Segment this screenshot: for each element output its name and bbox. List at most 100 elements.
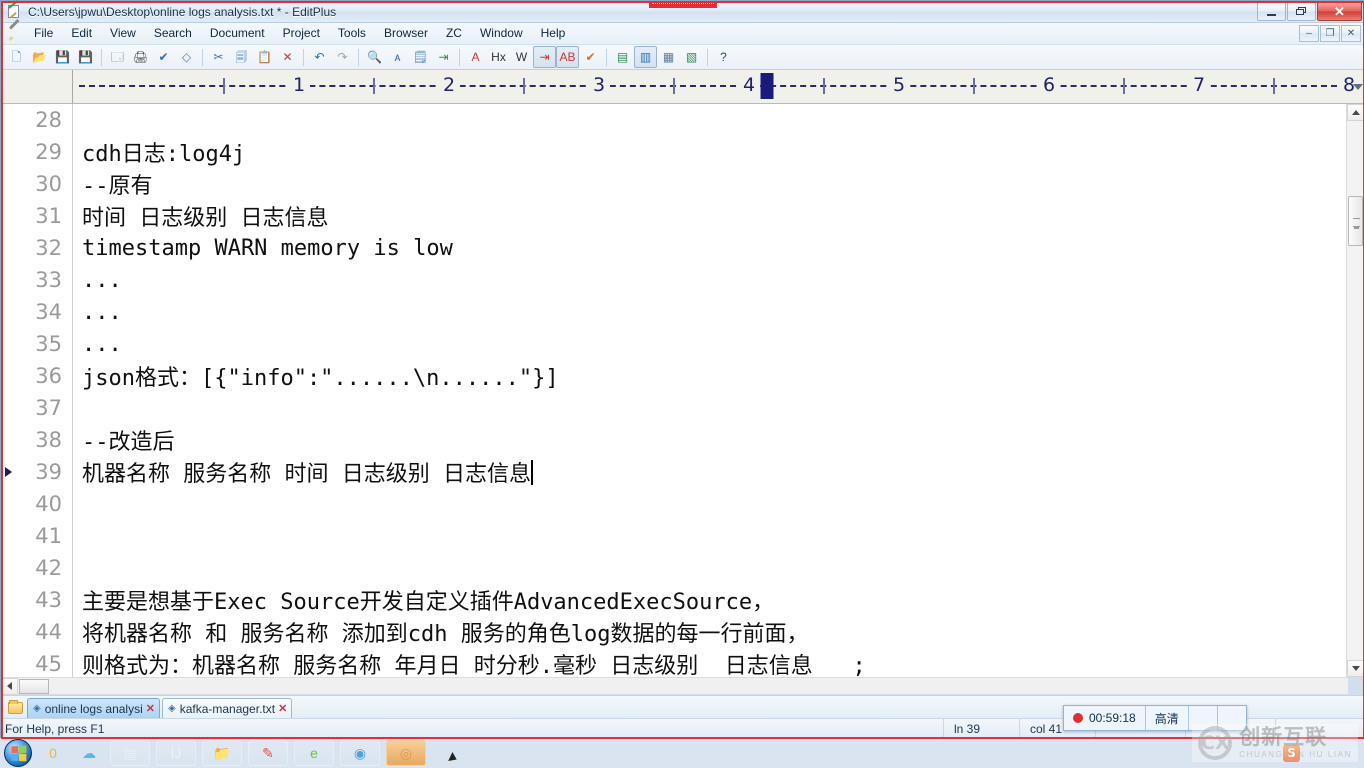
menu-item-search[interactable]: Search	[145, 23, 201, 44]
vertical-scrollbar[interactable]	[1346, 104, 1364, 677]
menu-item-zc[interactable]: ZC	[437, 23, 471, 44]
font-icon[interactable]: A	[464, 46, 487, 68]
code-line[interactable]: ...	[74, 328, 1364, 360]
menu-item-view[interactable]: View	[101, 23, 145, 44]
recorder-extra-button-2[interactable]	[1218, 706, 1246, 730]
open-file-icon[interactable]: 📂	[28, 46, 51, 68]
menu-bar[interactable]: File Edit View Search Document Project T…	[1, 18, 1364, 45]
menu-item-window[interactable]: Window	[471, 23, 532, 44]
output-window-icon[interactable]: ▧	[680, 46, 703, 68]
code-line[interactable]: 主要是想基于Exec Source开发自定义插件AdvancedExecSour…	[74, 584, 1364, 616]
windows-taskbar[interactable]: 0 ☁ ▤ IJ 📁 ✎ e ◉ ◎ S ▲ ⚑ ◫	[0, 738, 1364, 768]
find-in-files-icon[interactable]: 🗒	[409, 46, 432, 68]
taskbar-item-remote-desktop[interactable]: ▤	[110, 740, 150, 766]
code-line[interactable]: json格式：[{"info":"......\n......"}]	[74, 360, 1364, 392]
close-button[interactable]: ✕	[1317, 2, 1362, 21]
code-line[interactable]	[74, 552, 1364, 584]
taskbar-item-browser[interactable]: e	[294, 740, 334, 766]
context-help-icon[interactable]: ?	[712, 46, 735, 68]
copy-icon[interactable]: 🗐	[230, 46, 253, 68]
print-icon[interactable]: 🖨	[129, 46, 152, 68]
folder-icon[interactable]	[7, 698, 25, 717]
taskbar-quicklaunch-cloud[interactable]: ☁	[74, 740, 104, 766]
new-file-icon[interactable]: 🗋	[5, 46, 28, 68]
check-mark-icon[interactable]: ✔	[579, 46, 602, 68]
menu-item-tools[interactable]: Tools	[329, 23, 375, 44]
taskbar-item-explorer[interactable]: 📁	[202, 740, 242, 766]
recorder-timer[interactable]: 00:59:18	[1064, 706, 1146, 730]
document-tab[interactable]: ◈ online logs analysi ✕	[27, 698, 160, 718]
menu-item-browser[interactable]: Browser	[375, 23, 437, 44]
mdi-restore-button[interactable]: ❐	[1320, 25, 1340, 42]
menu-item-edit[interactable]: Edit	[62, 23, 101, 44]
code-line[interactable]: 将机器名称 和 服务名称 添加到cdh 服务的角色log数据的每一行前面，	[74, 616, 1364, 648]
code-line[interactable]	[74, 488, 1364, 520]
code-line[interactable]	[74, 104, 1364, 136]
save-icon[interactable]: 💾	[51, 46, 74, 68]
spell-check-icon[interactable]: ✔	[152, 46, 175, 68]
hex-view-icon[interactable]: Hx	[487, 46, 510, 68]
mdi-minimize-button[interactable]: –	[1299, 25, 1319, 42]
paste-icon[interactable]: 📋	[253, 46, 276, 68]
replace-icon[interactable]: ᴀ	[386, 46, 409, 68]
main-toolbar[interactable]: 🗋 📂 💾 💾 🗔 🖨 ✔ ◇ ✂ 🗐 📋 ✕ ↶ ↷ 🔍 ᴀ 🗒 ⇥ A Hx W ⇥ AB ✔ ▤ ▥ ▦ ▧?	[1, 45, 1364, 70]
find-icon[interactable]: 🔍	[363, 46, 386, 68]
code-line[interactable]: timestamp WARN memory is low	[74, 232, 1364, 264]
taskbar-item-intellij[interactable]: IJ	[156, 740, 196, 766]
code-line[interactable]: ...	[74, 296, 1364, 328]
code-line[interactable]: ...	[74, 264, 1364, 296]
save-all-icon[interactable]: 💾	[74, 46, 97, 68]
sogou-input-icon[interactable]: S	[1282, 744, 1300, 762]
vertical-scroll-thumb[interactable]	[1348, 196, 1363, 246]
mdi-child-controls[interactable]: – ❐ ✕	[1299, 25, 1361, 42]
system-tray[interactable]: S ▲ ⚑ ◫	[1282, 738, 1358, 768]
horizontal-scrollbar[interactable]	[1, 677, 1348, 695]
code-content[interactable]: cdh日志:log4j --原有 时间 日志级别 日志信息 timestamp WAR…	[74, 104, 1364, 677]
directory-window-icon[interactable]: ▥	[634, 46, 657, 68]
code-line[interactable]: 机器名称 服务名称 时间 日志级别 日志信息	[74, 456, 1364, 488]
taskbar-quicklaunch-notes[interactable]: 0	[38, 740, 68, 766]
tray-expand-icon[interactable]: ▲	[1309, 748, 1318, 758]
scroll-down-button[interactable]	[1347, 660, 1364, 677]
horizontal-scroll-thumb[interactable]	[19, 678, 49, 694]
recorder-quality-button[interactable]: 高清	[1146, 706, 1189, 730]
network-icon[interactable]: ⚑	[1327, 746, 1338, 760]
scroll-up-button[interactable]	[1347, 104, 1364, 121]
code-line[interactable]: --原有	[74, 168, 1364, 200]
view-in-browser-icon[interactable]: ◇	[175, 46, 198, 68]
taskbar-item-recorder[interactable]: ◎	[386, 740, 426, 766]
redo-icon[interactable]: ↷	[331, 46, 354, 68]
screen-recorder-widget[interactable]: 00:59:18 高清	[1063, 705, 1247, 731]
code-line[interactable]: 则格式为：机器名称 服务名称 年月日 时分秒.毫秒 日志级别 日志信息 ;	[74, 648, 1364, 677]
scroll-left-button[interactable]	[1, 677, 18, 695]
volume-icon[interactable]: ◫	[1347, 746, 1358, 760]
undo-icon[interactable]: ↶	[308, 46, 331, 68]
code-line[interactable]	[74, 520, 1364, 552]
window-controls[interactable]: ✕	[1257, 2, 1362, 21]
tab-close-icon[interactable]: ✕	[146, 702, 155, 715]
code-line[interactable]	[74, 392, 1364, 424]
recorder-extra-button-1[interactable]	[1189, 706, 1218, 730]
mdi-close-button[interactable]: ✕	[1341, 25, 1361, 42]
menu-item-document[interactable]: Document	[201, 23, 274, 44]
word-wrap-icon[interactable]: W	[510, 46, 533, 68]
goto-line-icon[interactable]: ⇥	[432, 46, 455, 68]
menu-item-project[interactable]: Project	[274, 23, 329, 44]
screen-recording-handle[interactable]	[649, 1, 717, 8]
cut-icon[interactable]: ✂	[207, 46, 230, 68]
minimize-button[interactable]	[1257, 2, 1286, 21]
clip-library-icon[interactable]: ▦	[657, 46, 680, 68]
code-line[interactable]: --改造后	[74, 424, 1364, 456]
code-line[interactable]: cdh日志:log4j	[74, 136, 1364, 168]
taskbar-item-editplus[interactable]: ✎	[248, 740, 288, 766]
text-editor-area[interactable]: 28 29 30 31 32 33 34 35 36 37 38 39 40 41 42 43 44 45 cdh…	[1, 104, 1364, 677]
indent-icon[interactable]: ⇥	[533, 46, 556, 68]
print-preview-icon[interactable]: 🗔	[106, 46, 129, 68]
delete-icon[interactable]: ✕	[276, 46, 299, 68]
restore-button[interactable]	[1287, 2, 1316, 21]
sort-icon[interactable]: AB	[556, 46, 579, 68]
menu-item-file[interactable]: File	[25, 23, 62, 44]
menu-item-help[interactable]: Help	[532, 23, 575, 44]
document-tab[interactable]: ◈ kafka-manager.txt ✕	[161, 698, 293, 718]
taskbar-item-player[interactable]: ◉	[340, 740, 380, 766]
